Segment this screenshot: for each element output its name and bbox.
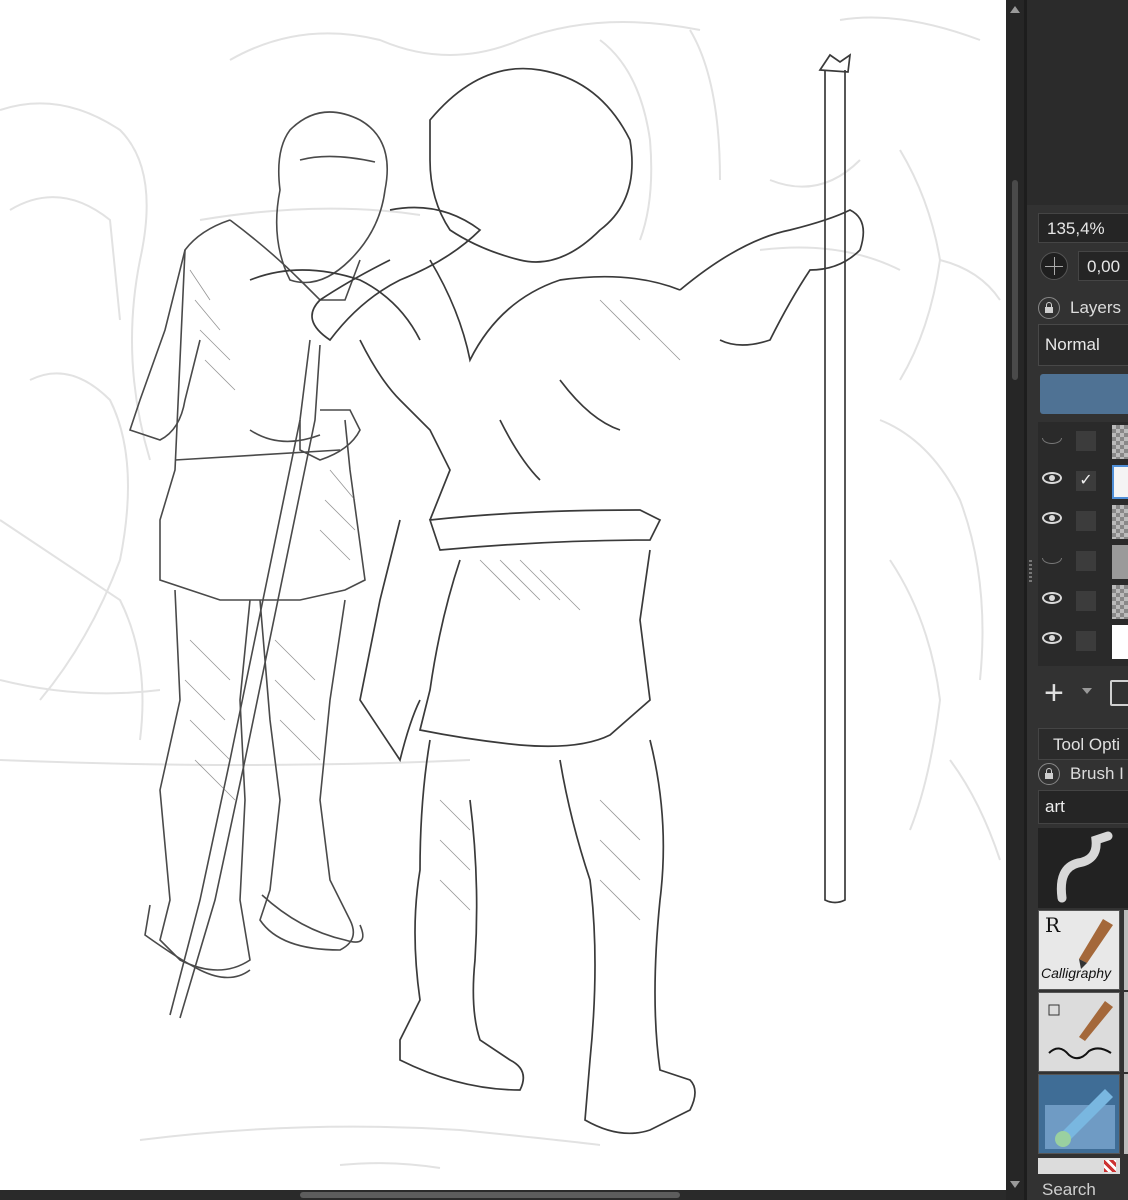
layer-color-bar[interactable] xyxy=(1040,374,1128,414)
layer-thumbnail xyxy=(1112,465,1128,499)
visibility-hidden-icon[interactable] xyxy=(1042,432,1064,446)
chevron-down-icon[interactable] xyxy=(1082,688,1092,694)
layers-list: ✓ xyxy=(1038,422,1128,666)
preset-swatch-icon xyxy=(1104,1160,1116,1172)
layer-thumbnail xyxy=(1112,585,1128,619)
preset-filter-field[interactable]: art xyxy=(1038,790,1128,824)
layer-checkbox[interactable] xyxy=(1076,511,1096,531)
horizontal-scrollbar[interactable] xyxy=(0,1190,1006,1200)
layer-checkbox[interactable] xyxy=(1076,431,1096,451)
layer-row[interactable] xyxy=(1038,502,1128,542)
layer-row[interactable] xyxy=(1038,542,1128,582)
preset-paint-brush[interactable] xyxy=(1038,1074,1120,1154)
add-layer-button[interactable]: + xyxy=(1044,676,1064,710)
panel-divider[interactable] xyxy=(1024,0,1027,1200)
layer-row[interactable] xyxy=(1038,582,1128,622)
horizontal-scroll-thumb[interactable] xyxy=(300,1192,680,1198)
lock-icon[interactable] xyxy=(1038,297,1060,319)
preset-calligraphy-label: Calligraphy xyxy=(1041,965,1112,981)
layer-checkbox[interactable] xyxy=(1076,591,1096,611)
brush-presets-header: Brush I xyxy=(1038,760,1124,788)
ink-pen-icon xyxy=(1048,1001,1113,1060)
preset-partial-bottom[interactable] xyxy=(1038,1158,1120,1174)
splitter-grip-icon[interactable] xyxy=(1029,560,1032,584)
preset-ink-pen[interactable] xyxy=(1038,992,1120,1072)
eye-icon[interactable] xyxy=(1042,512,1064,526)
layers-title: Layers xyxy=(1070,298,1122,317)
layer-row[interactable]: ✓ xyxy=(1038,462,1128,502)
layer-thumbnail xyxy=(1112,545,1128,579)
brush-presets-title: Brush I xyxy=(1070,764,1124,783)
layer-checkbox[interactable]: ✓ xyxy=(1076,471,1096,491)
layer-row[interactable] xyxy=(1038,622,1128,662)
blend-mode-select[interactable]: Normal xyxy=(1038,324,1128,366)
visibility-hidden-icon[interactable] xyxy=(1042,552,1064,566)
preset-partial[interactable] xyxy=(1124,910,1128,990)
zoom-field[interactable]: 135,4% xyxy=(1038,213,1128,243)
lock-icon[interactable] xyxy=(1038,763,1060,785)
preset-search-label[interactable]: Search xyxy=(1042,1180,1096,1200)
duplicate-layer-icon[interactable] xyxy=(1110,680,1128,706)
preset-partial[interactable] xyxy=(1124,992,1128,1072)
brush-stroke-preview xyxy=(1038,828,1128,908)
paint-brush-icon xyxy=(1045,1089,1115,1149)
stroke-preview-graphic xyxy=(1056,831,1113,903)
layer-row[interactable] xyxy=(1038,422,1128,462)
tab-tool-options[interactable]: Tool Opti xyxy=(1038,728,1128,760)
vertical-scrollbar[interactable] xyxy=(1006,0,1024,1200)
layer-thumbnail xyxy=(1112,425,1128,459)
artwork xyxy=(0,16,1001,1169)
drawing-canvas[interactable] xyxy=(0,0,1006,1190)
vertical-scroll-thumb[interactable] xyxy=(1012,180,1018,380)
eye-icon[interactable] xyxy=(1042,472,1064,486)
layer-thumbnail xyxy=(1112,505,1128,539)
scroll-down-icon[interactable] xyxy=(1010,1181,1020,1188)
layer-thumbnail xyxy=(1112,625,1128,659)
eye-icon[interactable] xyxy=(1042,632,1064,646)
preset-calligraphy[interactable]: R Calligraphy xyxy=(1038,910,1120,990)
rotation-dial-icon[interactable] xyxy=(1040,252,1068,280)
eye-icon[interactable] xyxy=(1042,592,1064,606)
layer-checkbox[interactable] xyxy=(1076,631,1096,651)
rotation-field[interactable]: 0,00 xyxy=(1078,251,1128,281)
preset-partial[interactable] xyxy=(1124,1074,1128,1154)
overview-area xyxy=(1024,0,1128,205)
scroll-up-icon[interactable] xyxy=(1010,6,1020,13)
layer-checkbox[interactable] xyxy=(1076,551,1096,571)
docker-panel: 135,4% 0,00 Layers Normal ✓ + Tool Opti … xyxy=(1024,0,1128,1200)
layer-toolbar: + xyxy=(1038,674,1128,712)
layers-header: Layers xyxy=(1038,294,1121,322)
